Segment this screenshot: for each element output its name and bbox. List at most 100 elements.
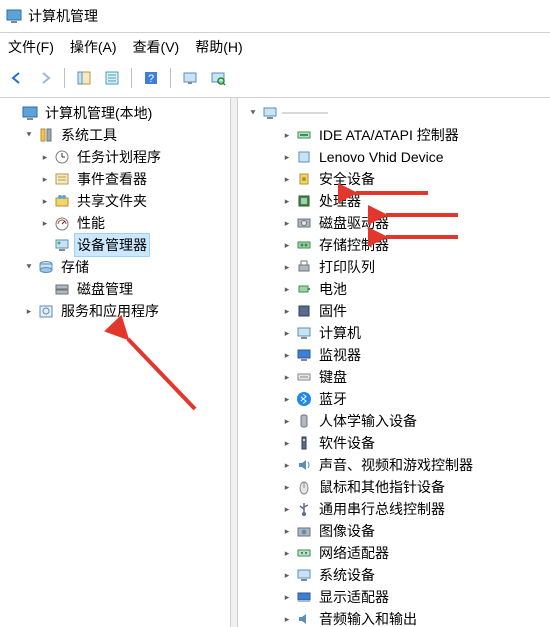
tree-event-viewer[interactable]: ▸ 事件查看器 [2,168,230,190]
expander-icon[interactable]: ▸ [280,546,294,560]
expander-icon[interactable]: ▸ [38,216,52,230]
tree-label: 显示适配器 [316,585,392,609]
device-ide[interactable]: ▸ IDE ATA/ATAPI 控制器 [240,124,550,146]
device-usb[interactable]: ▸ 通用串行总线控制器 [240,498,550,520]
device-processors[interactable]: ▸ 处理器 [240,190,550,212]
expander-icon[interactable]: ▸ [280,414,294,428]
expander-icon[interactable]: ▸ [280,172,294,186]
expander-icon[interactable]: ▸ [280,216,294,230]
back-button[interactable] [4,65,30,91]
tree-label: 音频输入和输出 [316,607,420,627]
tree-label: 软件设备 [316,431,378,455]
expander-icon[interactable]: ▸ [280,238,294,252]
expander-icon[interactable]: ▸ [280,502,294,516]
toolbar-separator [64,68,65,88]
tree-label: 存储控制器 [316,233,392,257]
device-system[interactable]: ▸ 系统设备 [240,564,550,586]
device-hid[interactable]: ▸ 人体学输入设备 [240,410,550,432]
device-storage-controllers[interactable]: ▸ 存储控制器 [240,234,550,256]
device-batteries[interactable]: ▸ 电池 [240,278,550,300]
computer-icon [262,105,278,121]
expander-icon[interactable]: ▸ [280,128,294,142]
show-hide-tree-button[interactable] [71,65,97,91]
expander-icon[interactable]: ▸ [280,282,294,296]
device-display[interactable]: ▸ 显示适配器 [240,586,550,608]
expander-icon[interactable]: ▸ [280,612,294,626]
help-button[interactable]: ? [138,65,164,91]
computer-management-icon [22,105,38,121]
toolbar-separator [131,68,132,88]
tree-label: 声音、视频和游戏控制器 [316,453,476,477]
hid-icon [296,413,312,429]
refresh-button[interactable] [177,65,203,91]
tree-task-scheduler[interactable]: ▸ 任务计划程序 [2,146,230,168]
device-print-queues[interactable]: ▸ 打印队列 [240,256,550,278]
device-sound[interactable]: ▸ 声音、视频和游戏控制器 [240,454,550,476]
device-security[interactable]: ▸ 安全设备 [240,168,550,190]
expander-icon[interactable]: ▸ [280,436,294,450]
tree-label: 系统工具 [58,123,120,147]
expander-icon[interactable]: ▸ [280,150,294,164]
tree-system-tools[interactable]: ⯆ 系统工具 [2,124,230,146]
device-bluetooth[interactable]: ▸ 蓝牙 [240,388,550,410]
expander-icon[interactable]: ▸ [38,172,52,186]
expander-icon[interactable]: ⯆ [22,128,36,142]
expander-icon[interactable]: ▸ [38,150,52,164]
tree-storage[interactable]: ⯆ 存储 [2,256,230,278]
device-disk-drives[interactable]: ▸ 磁盘驱动器 [240,212,550,234]
tree-label: 固件 [316,299,350,323]
tree-shared-folders[interactable]: ▸ 共享文件夹 [2,190,230,212]
event-viewer-icon [54,171,70,187]
forward-button[interactable] [32,65,58,91]
splitter[interactable] [231,98,238,627]
scan-button[interactable] [205,65,231,91]
expander-icon[interactable]: ▸ [280,480,294,494]
expander-icon[interactable]: ▸ [280,194,294,208]
storage-icon [38,259,54,275]
device-imaging[interactable]: ▸ 图像设备 [240,520,550,542]
expander-icon[interactable]: ▸ [280,370,294,384]
expander-icon[interactable]: ▸ [280,524,294,538]
ide-controller-icon [296,127,312,143]
expander-icon[interactable]: ▸ [22,304,36,318]
device-root[interactable]: ⯆ [240,102,550,124]
tree-device-manager[interactable]: 设备管理器 [2,234,230,256]
console-tree[interactable]: 计算机管理(本地) ⯆ 系统工具 ▸ 任务计划程序 ▸ [0,98,230,326]
device-firmware[interactable]: ▸ 固件 [240,300,550,322]
device-tree-pane: ⯆ ▸ IDE ATA/ATAPI 控制器 ▸ Lenovo Vhid Devi… [238,98,550,627]
device-tree[interactable]: ⯆ ▸ IDE ATA/ATAPI 控制器 ▸ Lenovo Vhid Devi… [238,98,550,627]
menu-help[interactable]: 帮助(H) [191,35,254,59]
device-computer[interactable]: ▸ 计算机 [240,322,550,344]
tree-disk-management[interactable]: 磁盘管理 [2,278,230,300]
expander-icon[interactable]: ▸ [280,568,294,582]
expander-icon[interactable]: ▸ [280,590,294,604]
tree-label: 存储 [58,255,92,279]
device-keyboards[interactable]: ▸ 键盘 [240,366,550,388]
tree-services-apps[interactable]: ▸ 服务和应用程序 [2,300,230,322]
tree-root-computer-management[interactable]: 计算机管理(本地) [2,102,230,124]
device-manager-icon [54,237,70,253]
network-adapter-icon [296,545,312,561]
menu-file[interactable]: 文件(F) [4,35,66,59]
expander-icon[interactable]: ▸ [280,392,294,406]
menu-action[interactable]: 操作(A) [66,35,129,59]
properties-button[interactable] [99,65,125,91]
expander-icon[interactable]: ▸ [280,326,294,340]
menu-view[interactable]: 查看(V) [129,35,192,59]
device-mice[interactable]: ▸ 鼠标和其他指针设备 [240,476,550,498]
device-network[interactable]: ▸ 网络适配器 [240,542,550,564]
device-software[interactable]: ▸ 软件设备 [240,432,550,454]
task-scheduler-icon [54,149,70,165]
expander-icon[interactable]: ▸ [280,458,294,472]
device-audio-io[interactable]: ▸ 音频输入和输出 [240,608,550,627]
expander-icon[interactable]: ⯆ [22,260,36,274]
expander-icon[interactable]: ▸ [280,348,294,362]
device-lenovo-vhid[interactable]: ▸ Lenovo Vhid Device [240,146,550,168]
expander-icon[interactable]: ▸ [280,260,294,274]
expander-icon[interactable]: ▸ [280,304,294,318]
expander-icon[interactable]: ▸ [38,194,52,208]
firmware-icon [296,303,312,319]
expander-icon[interactable]: ⯆ [246,106,260,120]
device-monitors[interactable]: ▸ 监视器 [240,344,550,366]
tree-performance[interactable]: ▸ 性能 [2,212,230,234]
